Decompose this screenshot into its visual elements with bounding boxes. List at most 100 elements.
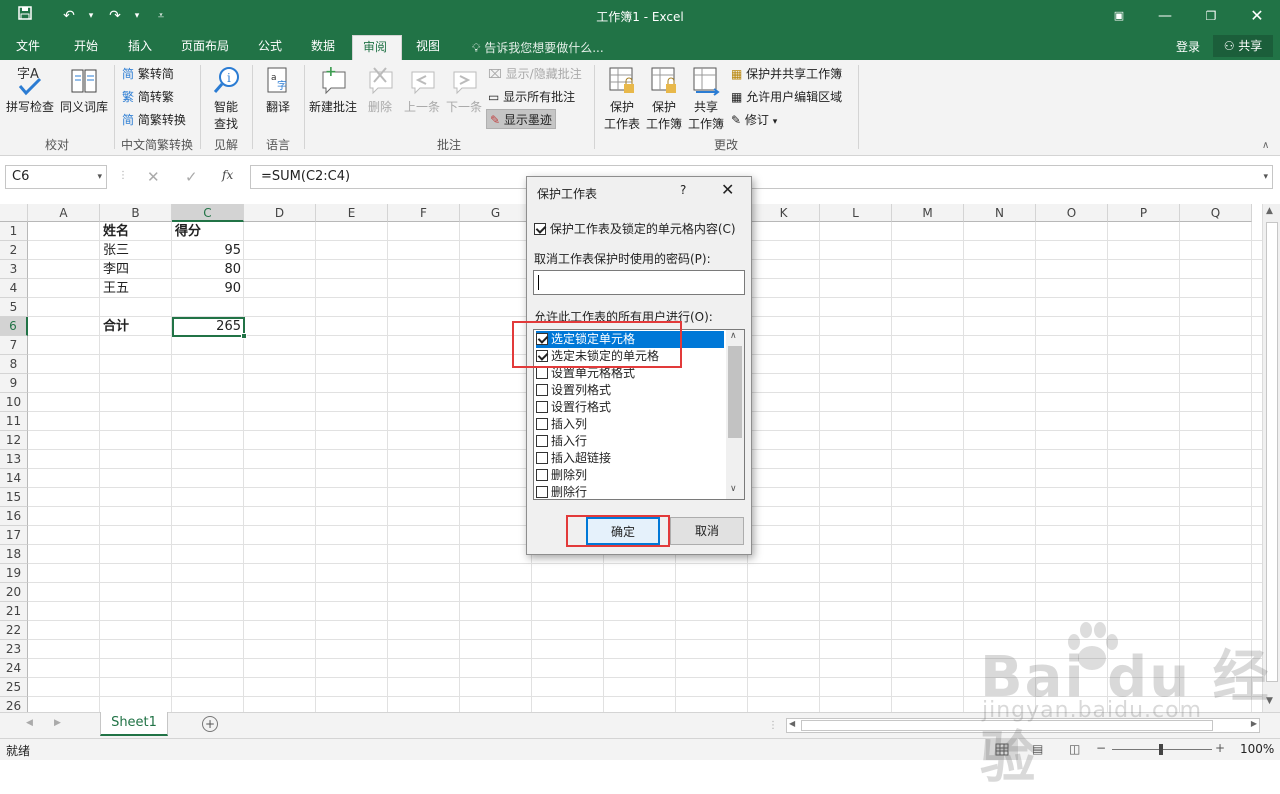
column-header-l[interactable]: L [820, 204, 892, 222]
column-header-k[interactable]: K [748, 204, 820, 222]
column-header-e[interactable]: E [316, 204, 388, 222]
column-header-n[interactable]: N [964, 204, 1036, 222]
previous-comment-button[interactable]: 上一条 [402, 64, 442, 115]
column-header-a[interactable]: A [28, 204, 100, 222]
tab-data[interactable]: 数据 [301, 35, 345, 60]
next-comment-button[interactable]: 下一条 [444, 64, 484, 115]
list-scroll-down-icon[interactable]: ∨ [730, 484, 737, 494]
row-header-20[interactable]: 20 [0, 583, 28, 602]
permission-option[interactable]: 插入超链接 [536, 450, 611, 467]
delete-comment-button[interactable]: 删除 [362, 64, 398, 115]
insert-function-icon[interactable]: fx [222, 168, 233, 182]
tab-page-layout[interactable]: 页面布局 [171, 35, 239, 60]
checkbox-unchecked-icon[interactable] [536, 452, 548, 464]
checkbox-unchecked-icon[interactable] [536, 435, 548, 447]
password-input[interactable] [533, 270, 745, 295]
split-handle[interactable]: ⋮ [768, 720, 778, 731]
tab-view[interactable]: 视图 [406, 35, 450, 60]
column-header-g[interactable]: G [460, 204, 532, 222]
show-ink-button[interactable]: ✎ 显示墨迹 [486, 109, 556, 129]
column-header-o[interactable]: O [1036, 204, 1108, 222]
tab-review[interactable]: 审阅 [352, 35, 402, 60]
select-all-corner[interactable] [0, 204, 28, 222]
list-scroll-thumb[interactable] [728, 346, 742, 438]
row-header-17[interactable]: 17 [0, 526, 28, 545]
scroll-up-icon[interactable]: ▲ [1266, 206, 1273, 216]
allow-edit-ranges-button[interactable]: ▦ 允许用户编辑区域 [731, 87, 842, 107]
row-header-5[interactable]: 5 [0, 298, 28, 317]
protect-contents-checkbox[interactable]: 保护工作表及锁定的单元格内容(C) [534, 220, 736, 237]
add-sheet-icon[interactable]: + [202, 716, 218, 732]
column-header-m[interactable]: M [892, 204, 964, 222]
ribbon-display-options-icon[interactable]: ▣ [1096, 0, 1142, 32]
row-header-6[interactable]: 6 [0, 317, 28, 336]
previous-sheet-icon[interactable]: ◀ [26, 718, 33, 728]
protect-workbook-button[interactable]: 保护 工作簿 [644, 64, 684, 132]
permission-option[interactable]: 插入行 [536, 433, 587, 450]
cell-b2[interactable]: 张三 [100, 241, 172, 260]
simp-to-trad-button[interactable]: 繁 简转繁 [122, 87, 174, 107]
scroll-left-icon[interactable]: ◀ [789, 719, 795, 728]
column-header-f[interactable]: F [388, 204, 460, 222]
checkbox-unchecked-icon[interactable] [536, 418, 548, 430]
next-sheet-icon[interactable]: ▶ [54, 718, 61, 728]
chinese-conversion-button[interactable]: 简 简繁转换 [122, 110, 186, 130]
thesaurus-button[interactable]: 同义词库 [58, 64, 110, 115]
column-header-p[interactable]: P [1108, 204, 1180, 222]
share-button[interactable]: ⚇ 共享 [1213, 35, 1273, 57]
trad-to-simp-button[interactable]: 简 繁转简 [122, 64, 174, 84]
protect-sheet-button[interactable]: 保护 工作表 [602, 64, 642, 132]
row-header-16[interactable]: 16 [0, 507, 28, 526]
formula-input[interactable]: =SUM(C2:C4) ▾ [250, 165, 1273, 189]
help-button[interactable]: ? [680, 183, 686, 197]
cell-b4[interactable]: 王五 [100, 279, 172, 298]
checkbox-unchecked-icon[interactable] [536, 486, 548, 498]
row-header-4[interactable]: 4 [0, 279, 28, 298]
row-header-25[interactable]: 25 [0, 678, 28, 697]
permission-option[interactable]: 设置列格式 [536, 382, 611, 399]
column-header-b[interactable]: B [100, 204, 172, 222]
row-header-15[interactable]: 15 [0, 488, 28, 507]
checkbox-unchecked-icon[interactable] [536, 469, 548, 481]
row-header-3[interactable]: 3 [0, 260, 28, 279]
fill-handle[interactable] [241, 333, 247, 339]
permission-option[interactable]: 删除列 [536, 467, 587, 484]
row-header-11[interactable]: 11 [0, 412, 28, 431]
cell-c2[interactable]: 95 [172, 241, 244, 260]
show-hide-comment-button[interactable]: ⌧ 显示/隐藏批注 [488, 64, 582, 84]
cancel-icon[interactable]: ✕ [147, 168, 160, 186]
list-scrollbar[interactable]: ∧ ∨ [726, 330, 744, 499]
permission-option[interactable]: 删除行 [536, 484, 587, 499]
tab-home[interactable]: 开始 [64, 35, 108, 60]
column-header-q[interactable]: Q [1180, 204, 1252, 222]
restore-icon[interactable]: ❐ [1188, 0, 1234, 32]
row-header-8[interactable]: 8 [0, 355, 28, 374]
row-header-2[interactable]: 2 [0, 241, 28, 260]
chevron-down-icon[interactable]: ▾ [97, 166, 102, 188]
row-header-12[interactable]: 12 [0, 431, 28, 450]
dialog-close-icon[interactable]: ✕ [721, 180, 734, 199]
sheet-tab-sheet1[interactable]: Sheet1 [100, 712, 168, 736]
tab-formulas[interactable]: 公式 [248, 35, 292, 60]
row-header-7[interactable]: 7 [0, 336, 28, 355]
row-header-14[interactable]: 14 [0, 469, 28, 488]
translate-button[interactable]: a字 翻译 [256, 64, 300, 115]
name-box[interactable]: C6 ▾ [5, 165, 107, 189]
row-header-23[interactable]: 23 [0, 640, 28, 659]
checkbox-unchecked-icon[interactable] [536, 384, 548, 396]
row-header-22[interactable]: 22 [0, 621, 28, 640]
row-header-18[interactable]: 18 [0, 545, 28, 564]
spelling-button[interactable]: 字A 拼写检查 [4, 64, 56, 115]
smart-lookup-button[interactable]: i 智能 查找 [204, 64, 248, 132]
row-header-1[interactable]: 1 [0, 222, 28, 241]
cell-b1[interactable]: 姓名 [100, 222, 172, 241]
list-scroll-up-icon[interactable]: ∧ [730, 331, 737, 341]
tell-me-search[interactable]: 💡︎ 告诉我您想要做什么... [472, 39, 604, 56]
tab-file[interactable]: 文件 [6, 35, 50, 60]
cell-c1[interactable]: 得分 [172, 222, 244, 241]
minimize-icon[interactable]: — [1142, 0, 1188, 32]
column-header-d[interactable]: D [244, 204, 316, 222]
collapse-ribbon-icon[interactable]: ∧ [1262, 140, 1269, 151]
new-comment-button[interactable]: + 新建批注 [306, 64, 360, 115]
track-changes-button[interactable]: ✎ 修订 ▾ [731, 110, 777, 130]
